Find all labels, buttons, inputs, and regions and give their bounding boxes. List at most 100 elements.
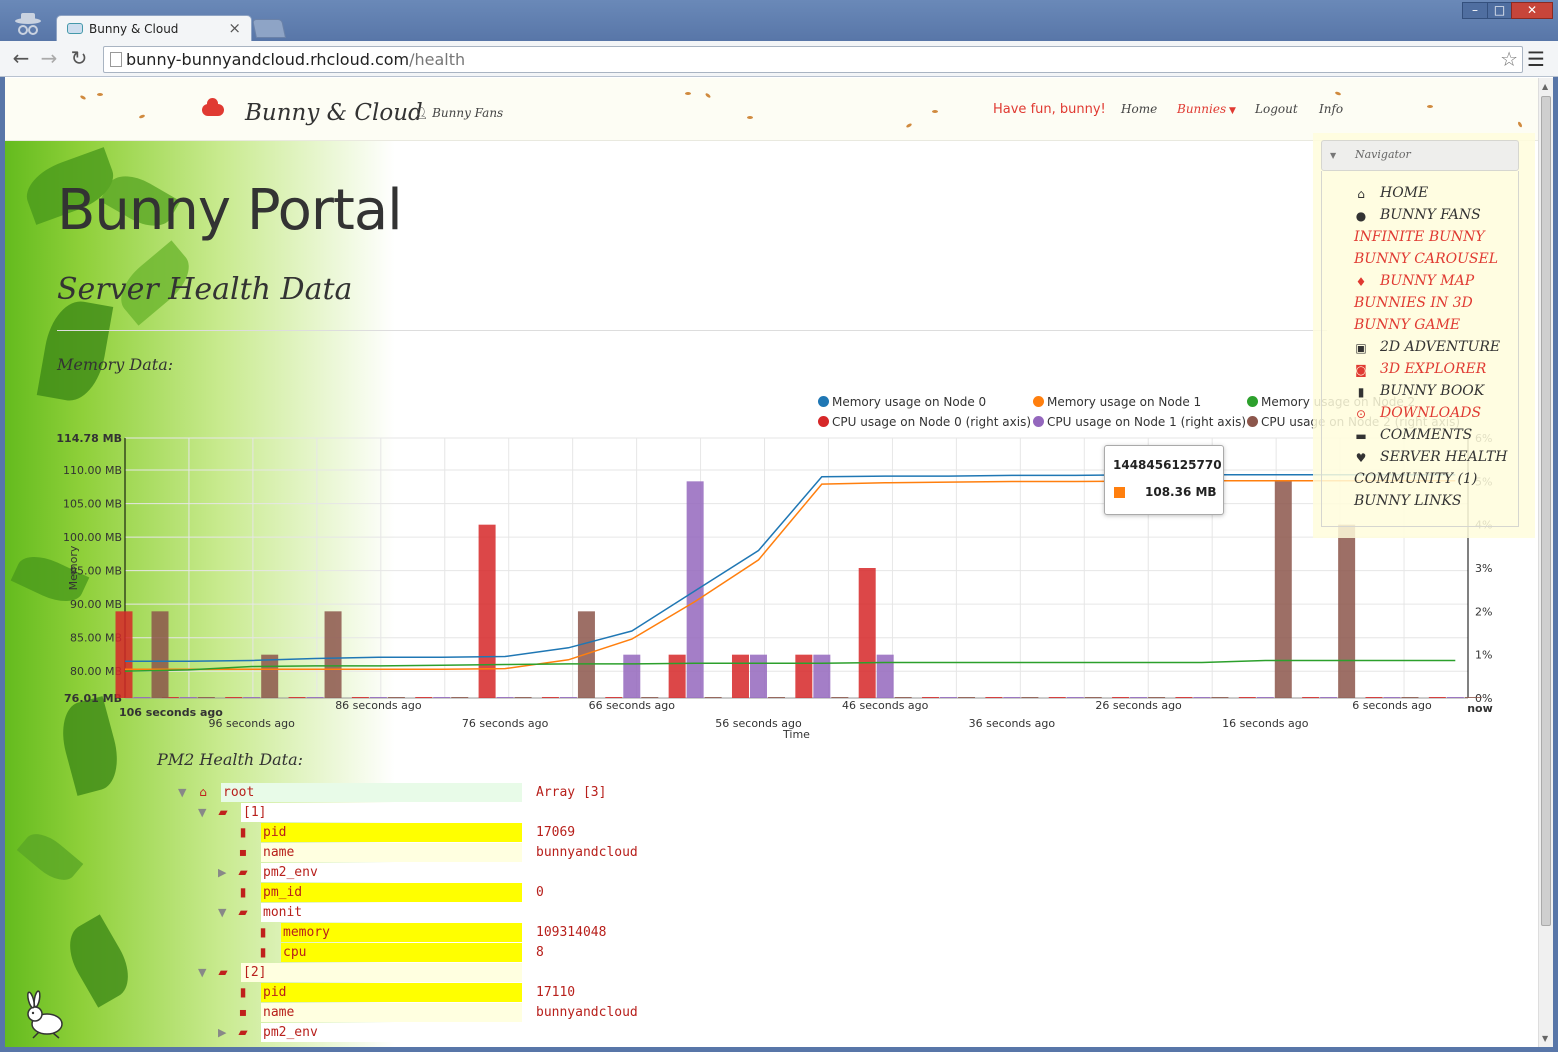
bar-chart-icon: ▮ (239, 825, 247, 839)
navigator-item[interactable]: BUNNIES IN 3D (1322, 295, 1518, 315)
cpu-bar (133, 697, 151, 698)
scrollbar-thumb[interactable] (1541, 96, 1551, 926)
minimize-button[interactable]: – (1462, 2, 1488, 19)
navigator-header[interactable]: ▼ Navigator (1321, 140, 1519, 171)
navigator-item[interactable]: ◙ 3D EXPLORER (1322, 361, 1518, 381)
bunny-fans-link[interactable]: 👤︎ Bunny Fans (413, 106, 503, 120)
collapse-arrow-icon[interactable]: ▼ (178, 783, 186, 802)
expand-arrow-icon[interactable]: ▶ (218, 1023, 226, 1042)
collapse-arrow-icon[interactable]: ▼ (198, 963, 206, 982)
reload-button[interactable]: ↻ (67, 45, 91, 71)
navigator-item[interactable]: ● BUNNY FANS (1322, 207, 1518, 227)
camera-icon: ◙ (1355, 363, 1367, 377)
address-bar[interactable]: bunny-bunnyandcloud.rhcloud.com/health ☆ (103, 46, 1523, 73)
back-button[interactable]: ← (9, 45, 33, 71)
tab-close-button[interactable]: × (228, 19, 241, 37)
nav-home-link[interactable]: Home (1121, 102, 1157, 116)
navigator-item[interactable]: ♥ SERVER HEALTH (1322, 449, 1518, 469)
brand-link[interactable]: Bunny & Cloud (245, 100, 423, 126)
navigator-item[interactable]: ⊙ DOWNLOADS (1322, 405, 1518, 425)
navigator-item[interactable]: ⌂ HOME (1322, 185, 1518, 205)
tree-node-key[interactable]: pm2_env (261, 1023, 522, 1042)
bar-chart-icon: ▮ (259, 925, 267, 939)
tree-node-key[interactable]: cpu (281, 943, 522, 962)
memory-line (125, 474, 1456, 662)
expand-arrow-icon[interactable]: ▶ (218, 863, 226, 882)
navigator-item-label: BUNNIES IN 3D (1354, 295, 1473, 311)
x-axis-tick-label: now (1467, 702, 1493, 715)
nav-info-link[interactable]: Info (1319, 102, 1343, 116)
navigator-item-label: 3D EXPLORER (1380, 361, 1487, 377)
petal-decoration (97, 93, 103, 96)
bar-chart-icon: ▮ (259, 945, 267, 959)
cpu-bar (858, 568, 876, 698)
tree-node-value: bunnyandcloud (536, 1005, 638, 1020)
cpu-bar (115, 611, 133, 698)
cpu-bar (179, 697, 197, 698)
cpu-bar (749, 654, 767, 698)
navigator-item[interactable]: ▮ BUNNY BOOK (1322, 383, 1518, 403)
navigator-menu: ⌂ HOME ● BUNNY FANS INFINITE BUNNY BUNNY CARO… (1321, 171, 1519, 527)
maximize-button[interactable]: □ (1487, 2, 1512, 19)
collapse-arrow-icon[interactable]: ▼ (218, 903, 226, 922)
x-axis-tick-label: 66 seconds ago (589, 699, 676, 712)
petal-decoration (905, 122, 913, 129)
cpu-bar (1365, 697, 1383, 698)
petal-decoration (704, 92, 712, 99)
browser-menu-button[interactable]: ☰ (1524, 46, 1548, 72)
cpu-bar (1256, 697, 1274, 698)
divider (57, 330, 1327, 331)
navigator-item[interactable]: BUNNY GAME (1322, 317, 1518, 337)
memory-cpu-chart[interactable]: 114.78 MB110.00 MB105.00 MB100.00 MB95.0… (50, 388, 1500, 748)
forward-button[interactable]: → (37, 45, 61, 71)
tree-node-key[interactable]: pid (261, 983, 522, 1002)
navigator-panel: ▼ Navigator ⌂ HOME ● BUNNY FANS INFINITE BUN… (1313, 133, 1535, 538)
file-icon: ▪ (238, 845, 248, 859)
tree-node-key[interactable]: monit (261, 903, 522, 922)
tree-node-key[interactable]: name (261, 843, 522, 862)
navigator-item[interactable]: INFINITE BUNNY (1322, 229, 1518, 249)
have-fun-link[interactable]: Have fun, bunny! (993, 102, 1106, 117)
navigator-item[interactable]: ▬ COMMENTS (1322, 427, 1518, 447)
cpu-bar (731, 654, 749, 698)
navigator-item[interactable]: ▣ 2D ADVENTURE (1322, 339, 1518, 359)
caret-down-icon: ▼ (1226, 106, 1236, 116)
scroll-up-arrow-icon[interactable]: ▲ (1542, 82, 1548, 91)
petal-decoration (685, 92, 691, 95)
navigator-item[interactable]: BUNNY CAROUSEL (1322, 251, 1518, 271)
cpu-bar (1211, 697, 1229, 698)
navigator-item[interactable]: BUNNY LINKS (1322, 493, 1518, 513)
navigator-item[interactable]: ♦ BUNNY MAP (1322, 273, 1518, 293)
new-tab-button[interactable] (251, 19, 287, 38)
tree-node-key[interactable]: [2] (241, 963, 522, 982)
bookmark-star-icon[interactable]: ☆ (1500, 47, 1518, 71)
heart-icon: ♥ (1355, 451, 1367, 465)
nav-bunnies-dropdown[interactable]: Bunnies ▼ (1177, 102, 1236, 116)
tree-node-value: Array [3] (536, 785, 607, 800)
tree-node-key[interactable]: name (261, 1003, 522, 1022)
tree-node-key[interactable]: pm2_env (261, 863, 522, 882)
browser-tab-active[interactable]: Bunny & Cloud × (56, 15, 252, 42)
nav-logout-link[interactable]: Logout (1255, 102, 1298, 116)
collapse-arrow-icon[interactable]: ▼ (198, 803, 206, 822)
book-icon: ▮ (1357, 385, 1365, 399)
navigator-item[interactable]: COMMUNITY (1) (1322, 471, 1518, 491)
scroll-down-arrow-icon[interactable]: ▼ (1542, 1034, 1548, 1043)
tree-node-key[interactable]: pid (261, 823, 522, 842)
tree-node-key[interactable]: memory (281, 923, 522, 942)
cpu-bar (605, 697, 623, 698)
vertical-scrollbar[interactable]: ▲ ▼ (1538, 78, 1553, 1047)
tree-node-key[interactable]: root (221, 783, 522, 802)
tree-node-value: bunnyandcloud (536, 845, 638, 860)
cpu-bar (1048, 697, 1066, 698)
home-icon: ⌂ (1357, 187, 1365, 201)
y-axis-tick-label: 76.01 MB (64, 692, 122, 705)
close-window-button[interactable]: ✕ (1511, 2, 1553, 19)
tab-title: Bunny & Cloud (89, 22, 179, 36)
tree-node-key[interactable]: pm_id (261, 883, 522, 902)
cpu-bar (1021, 697, 1039, 698)
navigator-item-label: BUNNY BOOK (1380, 383, 1485, 399)
petal-decoration (1334, 91, 1342, 96)
cpu-bar (351, 697, 369, 698)
tree-node-key[interactable]: [1] (241, 803, 522, 822)
